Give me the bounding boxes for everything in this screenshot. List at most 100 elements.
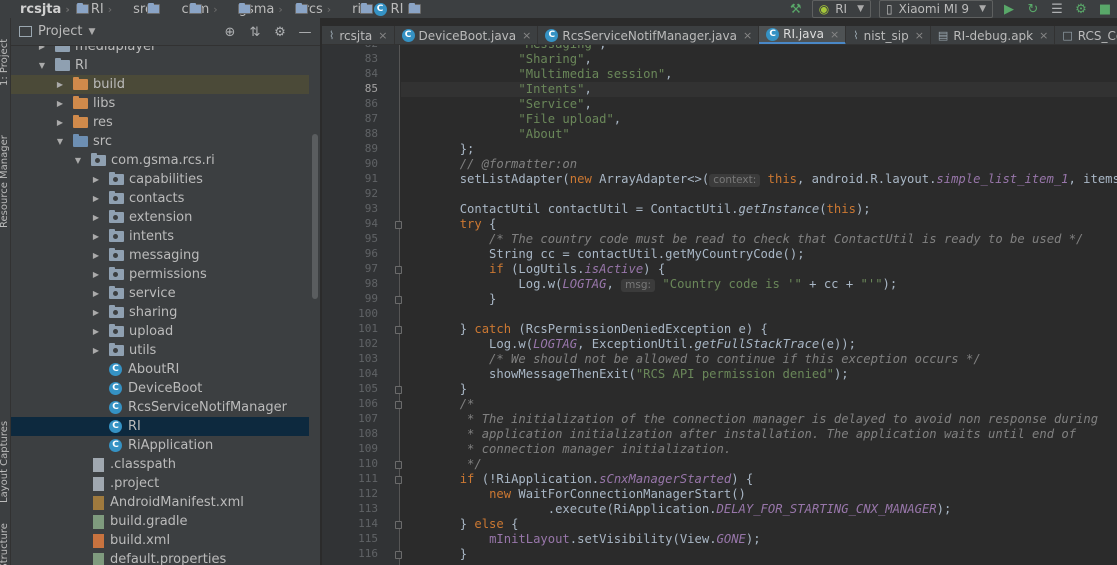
project-tree[interactable]: ▶ mediaplayer ▼ RI ▶ build ▶ libs ▶ res ▼ src ▼ com.g… — [11, 46, 309, 565]
attach-debugger-icon[interactable]: ■ — [1096, 0, 1114, 18]
tree-item[interactable]: ▶ utils — [11, 341, 309, 360]
tree-item[interactable]: ▶ messaging — [11, 246, 309, 265]
chevron-right-icon[interactable]: ▶ — [91, 175, 101, 184]
tree-item[interactable]: build.xml — [11, 531, 309, 550]
tree-item[interactable]: ▼ com.gsma.rcs.ri — [11, 151, 309, 170]
chevron-down-icon[interactable]: ▼ — [37, 61, 47, 70]
code-line[interactable]: "About" — [401, 127, 1117, 142]
code-line[interactable]: if (!RiApplication.sCnxManagerStarted) { — [401, 472, 1117, 487]
run-icon[interactable]: ▶ — [1000, 0, 1018, 18]
tree-item[interactable]: ▶ intents — [11, 227, 309, 246]
code-line[interactable]: * application initialization after insta… — [401, 427, 1117, 442]
editor-tab[interactable]: C RI.java × — [759, 26, 847, 44]
editor-tab[interactable]: ▤ RI-debug.apk × — [931, 26, 1056, 44]
editor-tab[interactable]: C DeviceBoot.java × — [395, 26, 539, 44]
chevron-down-icon[interactable]: ▼ — [88, 27, 95, 37]
chevron-right-icon[interactable]: ▶ — [55, 99, 65, 108]
tree-item[interactable]: C RcsServiceNotifManager — [11, 398, 309, 417]
tree-item[interactable]: ▶ capabilities — [11, 170, 309, 189]
chevron-right-icon[interactable]: ▶ — [91, 213, 101, 222]
tree-item[interactable]: default.properties — [11, 550, 309, 565]
tree-item[interactable]: C RI — [11, 417, 309, 436]
editor-tab[interactable]: C RcsServiceNotifManager.java × — [538, 26, 760, 44]
tree-item[interactable]: ▶ upload — [11, 322, 309, 341]
apply-changes-icon[interactable]: ↻ — [1024, 0, 1042, 18]
chevron-right-icon[interactable]: ▶ — [91, 289, 101, 298]
code-line[interactable]: } else { — [401, 517, 1117, 532]
code-line[interactable]: // @formatter:on — [401, 157, 1117, 172]
code-line[interactable]: * connection manager initialization. — [401, 442, 1117, 457]
chevron-right-icon[interactable]: ▶ — [91, 270, 101, 279]
tree-item[interactable]: ▼ RI — [11, 56, 309, 75]
code-line[interactable]: try { — [401, 217, 1117, 232]
run-configuration-select[interactable]: ◉ RI ▼ — [811, 0, 872, 18]
code-line[interactable]: "Messaging", — [401, 45, 1117, 52]
resource-manager-tool-tab[interactable]: Resource Manager — [0, 135, 10, 228]
chevron-right-icon[interactable]: ▶ — [91, 308, 101, 317]
code-line[interactable] — [401, 187, 1117, 202]
code-line[interactable]: /* The country code must be read to chec… — [401, 232, 1117, 247]
close-icon[interactable]: × — [915, 29, 924, 42]
chevron-right-icon[interactable]: ▶ — [91, 346, 101, 355]
tree-item[interactable]: ▼ src — [11, 132, 309, 151]
tree-item[interactable]: C DeviceBoot — [11, 379, 309, 398]
code-line[interactable]: "Intents", — [401, 82, 1117, 97]
code-line[interactable]: new WaitForConnectionManagerStart() — [401, 487, 1117, 502]
structure-tool-tab[interactable]: Z: Structure — [0, 523, 10, 565]
code-line[interactable]: .execute(RiApplication.DELAY_FOR_STARTIN… — [401, 502, 1117, 517]
chevron-right-icon[interactable]: ▶ — [91, 251, 101, 260]
tree-item[interactable]: ▶ mediaplayer — [11, 46, 309, 56]
tree-item[interactable]: ▶ contacts — [11, 189, 309, 208]
code-line[interactable]: showMessageThenExit("RCS API permission … — [401, 367, 1117, 382]
tree-item[interactable]: ▶ libs — [11, 94, 309, 113]
tree-item[interactable]: ▶ permissions — [11, 265, 309, 284]
code-line[interactable]: /* We should not be allowed to continue … — [401, 352, 1117, 367]
code-line[interactable]: }; — [401, 142, 1117, 157]
breadcrumb-item[interactable]: rcs › — [287, 2, 373, 17]
gear-icon[interactable]: ⚙ — [271, 23, 289, 41]
chevron-right-icon[interactable]: ▶ — [91, 327, 101, 336]
code-line[interactable]: } — [401, 292, 1117, 307]
chevron-right-icon[interactable]: ▶ — [91, 194, 101, 203]
layout-captures-tool-tab[interactable]: Layout Captures — [0, 421, 10, 503]
list-icon[interactable]: ☰ — [1048, 0, 1066, 18]
close-icon[interactable]: × — [830, 28, 839, 41]
code-line[interactable]: */ — [401, 457, 1117, 472]
tree-item[interactable]: .project — [11, 474, 309, 493]
code-line[interactable]: "Sharing", — [401, 52, 1117, 67]
code-line[interactable]: } — [401, 547, 1117, 562]
close-icon[interactable]: × — [378, 29, 387, 42]
editor-tab[interactable]: ⌇ rcsjta × — [322, 26, 395, 44]
editor-tab[interactable]: ⌇ nist_sip × — [846, 26, 931, 44]
breadcrumb-item[interactable]: rcsjta › — [3, 2, 89, 17]
chevron-down-icon[interactable]: ▼ — [55, 137, 65, 146]
hide-icon[interactable]: — — [296, 23, 314, 41]
project-tool-tab[interactable]: 1: Project — [0, 39, 10, 86]
breadcrumb-item[interactable]: gsma › — [222, 2, 308, 17]
code-line[interactable]: if (LogUtils.isActive) { — [401, 262, 1117, 277]
code-line[interactable]: /* — [401, 397, 1117, 412]
code-editor[interactable]: 82 83 84 85 86 87 88 89 90 91 92 93 94 95 96 97 98 99 100 1… — [322, 45, 1117, 565]
code-line[interactable]: * The initialization of the connection m… — [401, 412, 1117, 427]
code-line[interactable]: String cc = contactUtil.getMyCountryCode… — [401, 247, 1117, 262]
collapse-all-icon[interactable]: ⇅ — [246, 23, 264, 41]
tree-item[interactable]: ▶ service — [11, 284, 309, 303]
project-view-select[interactable]: Project — [38, 24, 82, 39]
chevron-right-icon[interactable]: ▶ — [91, 232, 101, 241]
chevron-right-icon[interactable]: ▶ — [37, 46, 47, 51]
code-line[interactable]: } — [401, 382, 1117, 397]
code-line[interactable]: "Service", — [401, 97, 1117, 112]
device-select[interactable]: ▯ Xiaomi MI 9 ▼ — [879, 0, 993, 18]
scrollbar-thumb[interactable] — [312, 134, 318, 299]
close-icon[interactable]: × — [1039, 29, 1048, 42]
tree-item[interactable]: build.gradle — [11, 512, 309, 531]
tree-item[interactable]: C AboutRI — [11, 360, 309, 379]
tree-item[interactable]: ▶ res — [11, 113, 309, 132]
tree-item[interactable]: ▶ sharing — [11, 303, 309, 322]
code-line[interactable]: Log.w(LOGTAG, ExceptionUtil.getFullStack… — [401, 337, 1117, 352]
close-icon[interactable]: × — [743, 29, 752, 42]
editor-gutter[interactable]: 82 83 84 85 86 87 88 89 90 91 92 93 94 95 96 97 98 99 100 1… — [322, 45, 423, 565]
code-area[interactable]: "Messaging", "Sharing", "Multimedia sess… — [401, 45, 1117, 565]
code-line[interactable]: "Multimedia session", — [401, 67, 1117, 82]
tree-item[interactable]: C RiApplication — [11, 436, 309, 455]
